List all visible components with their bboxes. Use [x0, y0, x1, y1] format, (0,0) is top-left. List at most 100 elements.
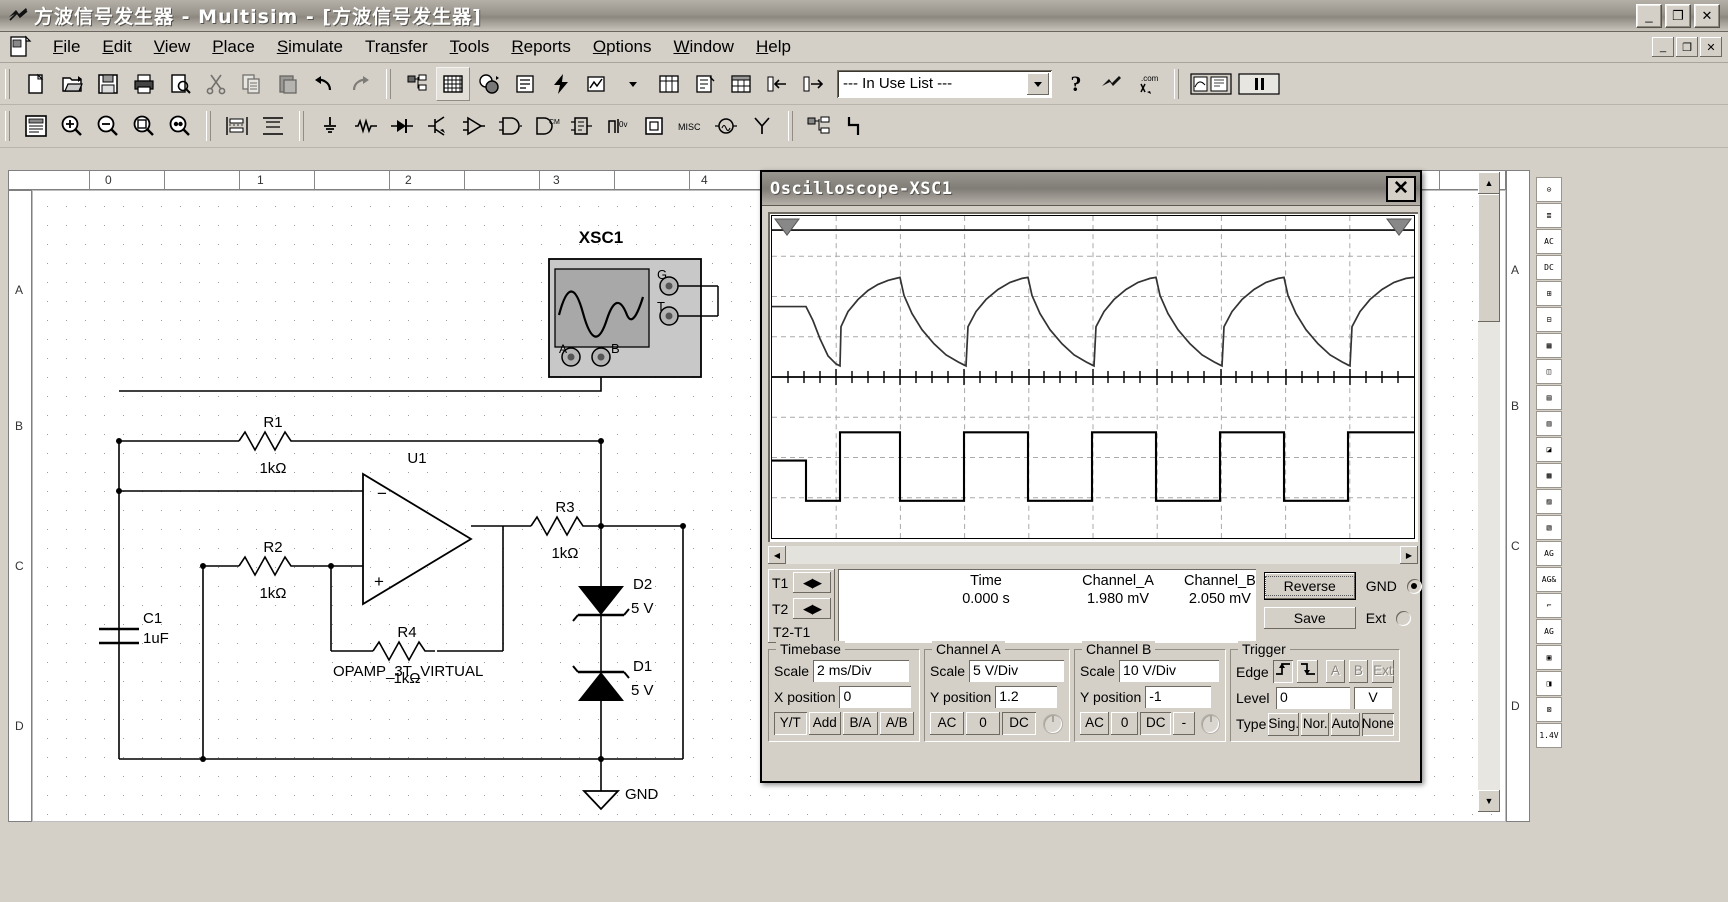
dotcom-icon[interactable]: .com — [1131, 67, 1165, 101]
trigger-level-field[interactable]: 0 — [1276, 687, 1350, 709]
toolbar2-grip-3[interactable] — [299, 111, 304, 141]
toolbar-grip[interactable] — [5, 69, 10, 99]
toolbar2-grip-2[interactable] — [206, 111, 211, 141]
bom-icon[interactable] — [508, 67, 542, 101]
undo-icon[interactable] — [307, 67, 341, 101]
netlist-icon[interactable] — [688, 67, 722, 101]
timebase-scale-field[interactable]: 2 ms/Div — [813, 660, 909, 682]
mode-yt-button[interactable]: Y/T — [774, 712, 807, 735]
palette-item[interactable]: ▨ — [1536, 489, 1562, 514]
gnd-radio[interactable] — [1407, 579, 1422, 594]
scroll-up-icon[interactable]: ▲ — [1478, 172, 1500, 194]
grid-icon[interactable] — [436, 67, 470, 101]
toolbar-grip-2[interactable] — [386, 69, 391, 99]
align-top-icon[interactable] — [256, 109, 290, 143]
menu-edit[interactable]: Edit — [91, 34, 142, 60]
copy-icon[interactable] — [235, 67, 269, 101]
new-icon[interactable] — [19, 67, 53, 101]
help-icon[interactable]: ? — [1059, 67, 1093, 101]
menu-window[interactable]: Window — [662, 34, 744, 60]
toolbar2-grip-4[interactable] — [788, 111, 793, 141]
instruments-panel-icon[interactable] — [1188, 67, 1234, 101]
channel-a-knob-icon[interactable] — [1043, 714, 1063, 734]
menu-place[interactable]: Place — [201, 34, 266, 60]
analysis-dropdown-icon[interactable] — [616, 67, 650, 101]
palette-item[interactable]: AG& — [1536, 567, 1562, 592]
back-annotate-icon[interactable] — [760, 67, 794, 101]
mdi-minimize-button[interactable]: _ — [1652, 37, 1674, 57]
trigger-source-a-button[interactable]: A — [1326, 660, 1345, 683]
palette-item[interactable]: ⊟ — [1536, 307, 1562, 332]
channel-a-ac-button[interactable]: AC — [930, 712, 964, 735]
menu-tools[interactable]: Tools — [439, 34, 501, 60]
cursor-t1-row[interactable]: T1 ◀▶ — [772, 572, 831, 593]
palette-item[interactable]: ▣ — [1536, 645, 1562, 670]
zoom-fit-icon[interactable] — [163, 109, 197, 143]
scroll-down-icon[interactable]: ▼ — [1478, 790, 1500, 812]
analog-opamp-icon[interactable] — [457, 109, 491, 143]
palette-item[interactable]: ◪ — [1536, 437, 1562, 462]
reverse-button[interactable]: Reverse — [1264, 572, 1356, 600]
channel-b-dc-button[interactable]: DC — [1140, 712, 1171, 735]
menu-options[interactable]: Options — [582, 34, 663, 60]
channel-b-invert-button[interactable]: - — [1173, 712, 1194, 735]
hscroll-track[interactable] — [786, 546, 1400, 564]
menu-view[interactable]: View — [143, 34, 202, 60]
postprocessor-icon[interactable] — [652, 67, 686, 101]
place-hierarchical-icon[interactable] — [802, 109, 836, 143]
save-button[interactable]: Save — [1264, 607, 1356, 629]
cursor-t2-arrows-icon[interactable]: ◀▶ — [793, 598, 831, 619]
zoom-area-icon[interactable] — [127, 109, 161, 143]
document-icon[interactable] — [8, 35, 34, 59]
channel-b-scale-field[interactable]: 10 V/Div — [1119, 660, 1219, 682]
mode-ab-button[interactable]: A/B — [880, 712, 914, 735]
trigger-source-b-button[interactable]: B — [1349, 660, 1368, 683]
design-toolbox-icon[interactable] — [19, 109, 53, 143]
palette-item[interactable]: ▤ — [1536, 385, 1562, 410]
chevron-down-icon[interactable] — [1027, 73, 1049, 95]
trigger-type-nor-button[interactable]: Nor. — [1301, 713, 1329, 736]
menu-reports[interactable]: Reports — [500, 34, 582, 60]
palette-item[interactable]: ▩ — [1536, 463, 1562, 488]
spreadsheet-icon[interactable] — [724, 67, 758, 101]
trigger-type-none-button[interactable]: None — [1362, 713, 1394, 736]
toolbar-grip-3[interactable] — [1174, 69, 1179, 99]
waveform-hscrollbar[interactable]: ◀ ▶ — [768, 546, 1418, 564]
waveform-screen[interactable] — [771, 215, 1415, 539]
minimize-button[interactable]: _ — [1636, 4, 1662, 28]
cursor-t2-row[interactable]: T2 ◀▶ — [772, 598, 831, 619]
toolbar2-grip[interactable] — [5, 111, 10, 141]
channel-a-scale-field[interactable]: 5 V/Div — [969, 660, 1064, 682]
analysis-icon[interactable] — [580, 67, 614, 101]
trigger-level-unit[interactable]: V — [1354, 687, 1392, 709]
trigger-type-sing-button[interactable]: Sing. — [1268, 713, 1299, 736]
palette-item[interactable]: ⊙ — [1536, 177, 1562, 202]
palette-item[interactable]: ◨ — [1536, 671, 1562, 696]
trigger-rising-edge-icon[interactable] — [1273, 660, 1294, 683]
close-button[interactable]: ✕ — [1694, 4, 1720, 28]
close-icon[interactable]: ✕ — [1386, 176, 1416, 202]
forward-annotate-icon[interactable] — [796, 67, 830, 101]
transistor-icon[interactable] — [421, 109, 455, 143]
hierarchy-icon[interactable] — [400, 67, 434, 101]
paste-icon[interactable] — [271, 67, 305, 101]
multisim-logo-icon[interactable] — [1095, 67, 1129, 101]
cursor-t1-arrows-icon[interactable]: ◀▶ — [793, 572, 831, 593]
zoom-in-icon[interactable] — [55, 109, 89, 143]
source-icon[interactable] — [313, 109, 347, 143]
mode-ba-button[interactable]: B/A — [843, 712, 877, 735]
rf-icon[interactable] — [709, 109, 743, 143]
basic-resistor-icon[interactable] — [349, 109, 383, 143]
trigger-type-auto-button[interactable]: Auto — [1331, 713, 1359, 736]
palette-item[interactable]: ▥ — [1536, 411, 1562, 436]
scroll-left-icon[interactable]: ◀ — [768, 546, 786, 564]
restore-button[interactable]: ❐ — [1665, 4, 1691, 28]
trigger-source-ext-button[interactable]: Ext — [1372, 660, 1394, 683]
misc-icon[interactable]: MISC — [673, 109, 707, 143]
align-left-icon[interactable] — [220, 109, 254, 143]
mdi-restore-button[interactable]: ❐ — [1676, 37, 1698, 57]
open-icon[interactable] — [55, 67, 89, 101]
place-bus-icon[interactable] — [838, 109, 872, 143]
scroll-right-icon[interactable]: ▶ — [1400, 546, 1418, 564]
print-preview-icon[interactable] — [163, 67, 197, 101]
